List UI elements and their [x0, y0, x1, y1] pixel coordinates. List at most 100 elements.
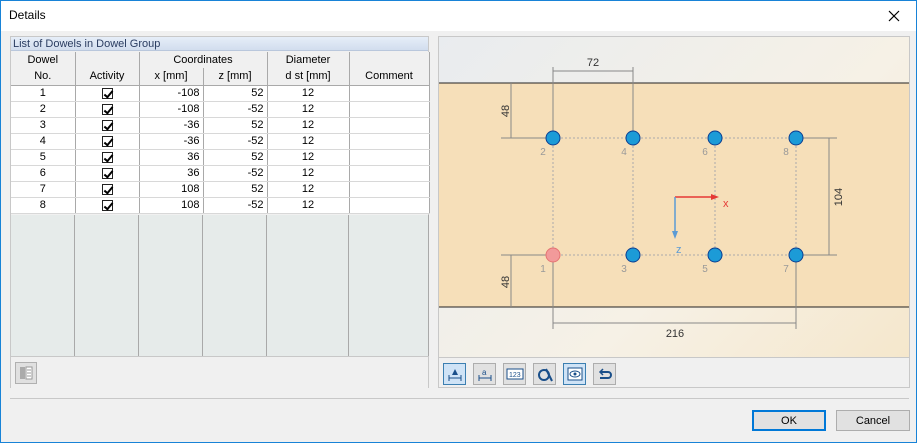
dowel-7[interactable]: [788, 247, 804, 263]
view-button[interactable]: [563, 363, 586, 385]
cell-z[interactable]: 52: [203, 85, 268, 102]
z-axis-label: z: [676, 244, 682, 256]
ok-button[interactable]: OK: [752, 410, 826, 431]
separator: [10, 398, 909, 399]
cell-diameter[interactable]: 12: [267, 165, 350, 182]
dowel-4[interactable]: [625, 130, 641, 146]
cell-z[interactable]: -52: [203, 197, 268, 214]
show-numbering-button[interactable]: 123: [503, 363, 526, 385]
dowel-1[interactable]: [545, 247, 561, 263]
table-row[interactable]: 6 36 -52 12: [11, 165, 430, 182]
cell-diameter[interactable]: 12: [267, 197, 350, 214]
dowel-5[interactable]: [707, 247, 723, 263]
table-row[interactable]: 8 108 -52 12: [11, 197, 430, 214]
activity-checkbox[interactable]: [101, 151, 113, 163]
cell-activity[interactable]: [75, 181, 140, 198]
cell-activity[interactable]: [75, 133, 140, 150]
cell-x[interactable]: -108: [139, 101, 204, 118]
reset-view-button[interactable]: [593, 363, 616, 385]
cell-x[interactable]: 108: [139, 197, 204, 214]
cell-comment[interactable]: [349, 133, 430, 150]
graphic-panel: 72 48 48 104 216 x z 2 4 6 8 1 3 5 7 a 1…: [438, 36, 910, 388]
col-no-header: No.: [11, 68, 76, 86]
col-x-header: x [mm]: [139, 68, 204, 86]
label-icon: a: [478, 368, 491, 381]
activity-checkbox[interactable]: [101, 183, 113, 195]
cell-z[interactable]: 52: [203, 149, 268, 166]
axes-icon: [537, 368, 553, 382]
graphic-toolbar: a 123: [439, 357, 909, 387]
close-button[interactable]: [872, 1, 916, 31]
cancel-button[interactable]: Cancel: [836, 410, 910, 431]
activity-checkbox[interactable]: [101, 87, 113, 99]
cell-diameter[interactable]: 12: [267, 181, 350, 198]
cell-x[interactable]: 108: [139, 181, 204, 198]
cell-x[interactable]: -36: [139, 117, 204, 134]
title-bar: Details: [1, 1, 916, 31]
activity-checkbox[interactable]: [101, 167, 113, 179]
table-row[interactable]: 1 -108 52 12: [11, 85, 430, 102]
cell-comment[interactable]: [349, 149, 430, 166]
cell-z[interactable]: 52: [203, 117, 268, 134]
svg-text:123: 123: [509, 372, 521, 379]
activity-checkbox[interactable]: [101, 119, 113, 131]
dimension-icon: [448, 369, 461, 381]
cell-comment[interactable]: [349, 181, 430, 198]
cell-comment[interactable]: [349, 197, 430, 214]
table-row[interactable]: 7 108 52 12: [11, 181, 430, 198]
cell-diameter[interactable]: 12: [267, 101, 350, 118]
cell-no: 3: [11, 117, 76, 134]
cell-x[interactable]: 36: [139, 149, 204, 166]
cell-comment[interactable]: [349, 85, 430, 102]
dowel-8[interactable]: [788, 130, 804, 146]
dowel-group-graphic: 72 48 48 104 216 x z 2 4 6 8 1 3 5 7: [439, 37, 909, 357]
cell-activity[interactable]: [75, 165, 140, 182]
cell-z[interactable]: -52: [203, 165, 268, 182]
cell-x[interactable]: 36: [139, 165, 204, 182]
cell-activity[interactable]: [75, 197, 140, 214]
dim-right: 104: [833, 188, 845, 206]
cell-x[interactable]: -36: [139, 133, 204, 150]
cell-comment[interactable]: [349, 101, 430, 118]
cell-z[interactable]: -52: [203, 101, 268, 118]
dowel-list-panel: List of Dowels in Dowel Group Dowel Coor…: [10, 36, 430, 388]
cell-activity[interactable]: [75, 101, 140, 118]
dowel-label-7: 7: [783, 264, 789, 275]
eye-icon: [567, 367, 582, 381]
cell-activity[interactable]: [75, 149, 140, 166]
col-comment-header: Comment: [349, 68, 430, 86]
dim-top: 72: [587, 57, 599, 69]
dowel-label-5: 5: [702, 264, 708, 275]
window-title: Details: [9, 8, 46, 22]
table-row[interactable]: 3 -36 52 12: [11, 117, 430, 134]
cell-z[interactable]: -52: [203, 133, 268, 150]
cell-activity[interactable]: [75, 117, 140, 134]
col-coordinates-header: Coordinates: [139, 52, 268, 68]
cell-comment[interactable]: [349, 165, 430, 182]
cell-diameter[interactable]: 12: [267, 85, 350, 102]
cell-diameter[interactable]: 12: [267, 133, 350, 150]
cell-diameter[interactable]: 12: [267, 149, 350, 166]
table-row[interactable]: 2 -108 -52 12: [11, 101, 430, 118]
dowel-2[interactable]: [545, 130, 561, 146]
table-options-button[interactable]: [15, 362, 37, 384]
x-axis-label: x: [723, 198, 729, 210]
axes-button[interactable]: [533, 363, 556, 385]
dowel-6[interactable]: [707, 130, 723, 146]
table-row[interactable]: 4 -36 -52 12: [11, 133, 430, 150]
cell-diameter[interactable]: 12: [267, 117, 350, 134]
dowel-label-4: 4: [621, 147, 627, 158]
show-dimensions-button[interactable]: [443, 363, 466, 385]
activity-checkbox[interactable]: [101, 135, 113, 147]
show-labels-button[interactable]: a: [473, 363, 496, 385]
table-row[interactable]: 5 36 52 12: [11, 149, 430, 166]
cell-x[interactable]: -108: [139, 85, 204, 102]
activity-checkbox[interactable]: [101, 103, 113, 115]
return-icon: [598, 368, 612, 379]
table-empty-area: [11, 215, 429, 356]
dowel-3[interactable]: [625, 247, 641, 263]
cell-z[interactable]: 52: [203, 181, 268, 198]
cell-comment[interactable]: [349, 117, 430, 134]
activity-checkbox[interactable]: [101, 199, 113, 211]
cell-activity[interactable]: [75, 85, 140, 102]
